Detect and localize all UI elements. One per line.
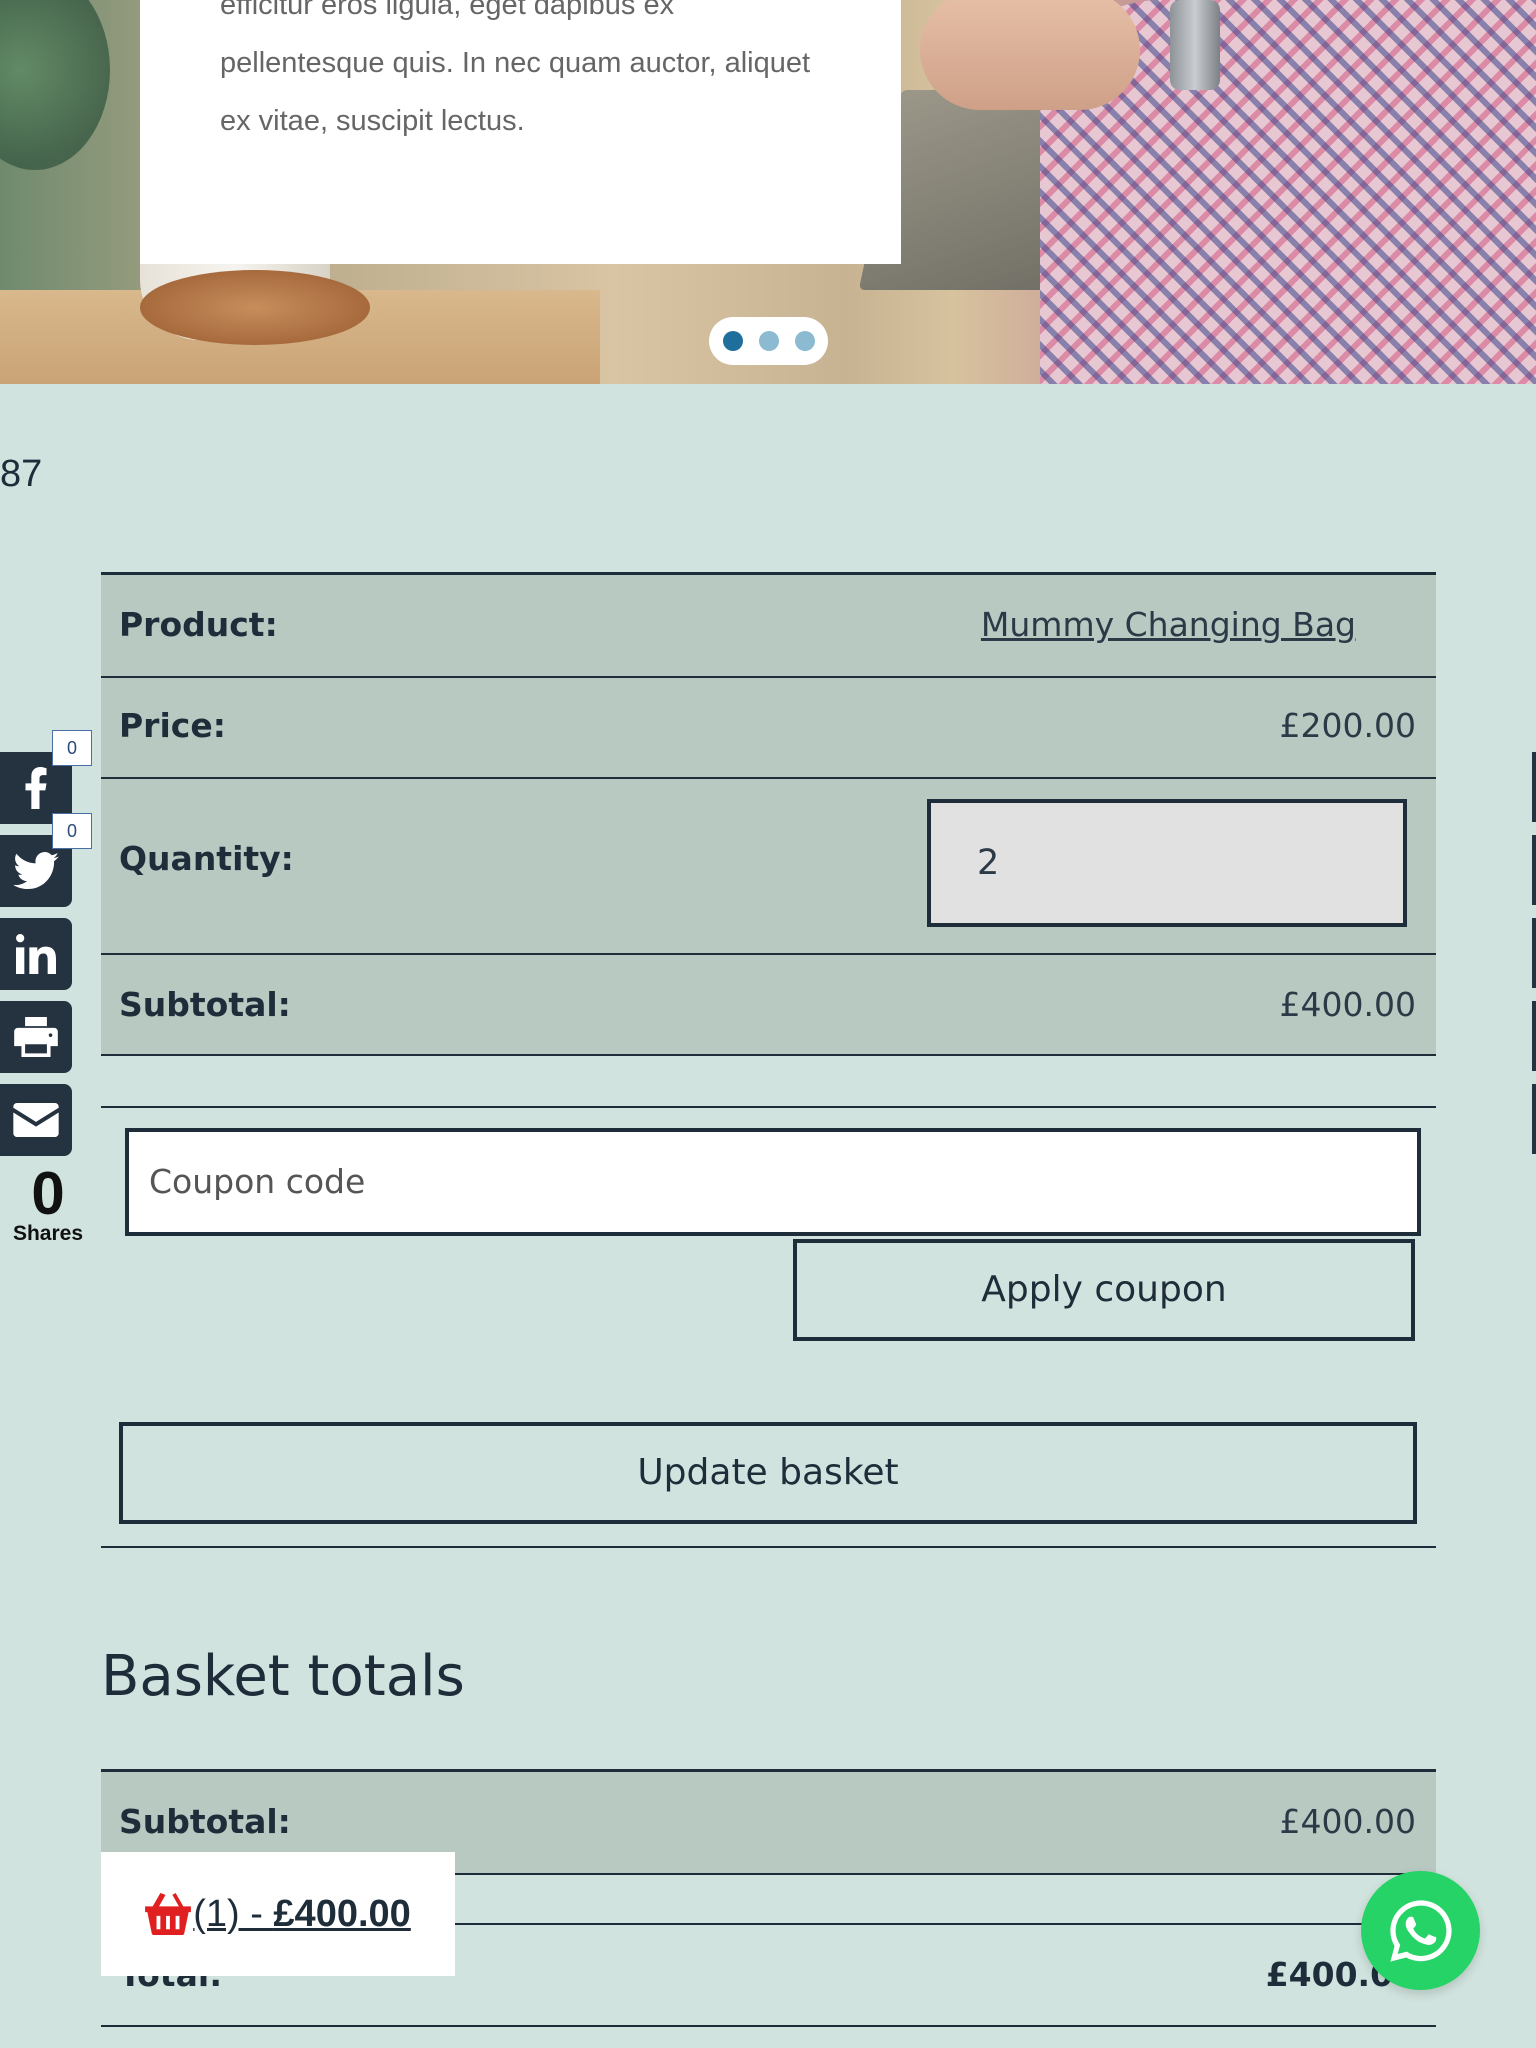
mini-cart-count: (1) - xyxy=(193,1892,274,1935)
slider-pagination xyxy=(709,317,828,365)
printer-icon xyxy=(14,1017,58,1057)
counter-text: 87 xyxy=(0,453,43,495)
edge-marker xyxy=(1532,918,1536,988)
slider-dot-1[interactable] xyxy=(722,331,743,351)
edge-marker xyxy=(1532,1001,1536,1071)
cart-row-price: Price: £200.00 xyxy=(101,678,1436,779)
plant-decoration xyxy=(0,0,110,170)
edge-marker xyxy=(1532,1084,1536,1154)
cart-actions: Coupon code Apply coupon Update basket xyxy=(101,1106,1436,1548)
quantity-label: Quantity: xyxy=(119,839,294,878)
cart-table: Product: Mummy Changing Bag Price: £200.… xyxy=(101,572,1436,1056)
hero-card-text: efficitur eros ligula, eget dapibus ex p… xyxy=(220,0,811,137)
product-link[interactable]: Mummy Changing Bag xyxy=(981,605,1356,644)
mini-cart-link[interactable]: (1) - £400.00 xyxy=(193,1893,411,1936)
mini-cart-amount: £400.00 xyxy=(273,1892,411,1935)
watch-decoration xyxy=(1170,0,1220,90)
arm-decoration xyxy=(920,0,1140,110)
slider-dot-3[interactable] xyxy=(794,331,815,351)
print-button[interactable] xyxy=(0,1001,72,1073)
product-label: Product: xyxy=(119,605,278,644)
price-value: £200.00 xyxy=(1279,706,1416,745)
quantity-input[interactable]: 2 xyxy=(927,799,1407,927)
edge-marker xyxy=(1532,752,1536,822)
facebook-icon xyxy=(25,767,47,809)
subtotal-label: Subtotal: xyxy=(119,985,291,1024)
product-value: Mummy Changing Bag xyxy=(981,605,1356,644)
cart-row-quantity: Quantity: 2 xyxy=(101,779,1436,955)
coupon-code-input[interactable]: Coupon code xyxy=(125,1128,1421,1236)
twitter-share-count: 0 xyxy=(52,813,92,849)
linkedin-share-button[interactable] xyxy=(0,918,72,990)
edge-marker xyxy=(1532,835,1536,905)
email-share-button[interactable] xyxy=(0,1084,72,1156)
facebook-share-count: 0 xyxy=(52,730,92,766)
basket-totals-heading: Basket totals xyxy=(101,1644,465,1709)
total-shares-count: 0 xyxy=(31,1160,65,1227)
subtotal-value: £400.00 xyxy=(1279,985,1416,1024)
whatsapp-icon xyxy=(1389,1899,1452,1962)
price-label: Price: xyxy=(119,706,226,745)
totals-subtotal-label: Subtotal: xyxy=(119,1802,291,1841)
linkedin-icon xyxy=(16,934,56,974)
basket-icon xyxy=(145,1893,192,1935)
cart-row-product: Product: Mummy Changing Bag xyxy=(101,572,1436,678)
twitter-icon xyxy=(13,852,59,890)
whatsapp-chat-button[interactable] xyxy=(1361,1871,1480,1990)
slider-dot-2[interactable] xyxy=(758,331,779,351)
coaster-decoration xyxy=(140,270,370,345)
update-basket-button[interactable]: Update basket xyxy=(119,1422,1417,1524)
hero-slider: efficitur eros ligula, eget dapibus ex p… xyxy=(0,0,1536,384)
totals-subtotal-value: £400.00 xyxy=(1279,1802,1416,1841)
cart-row-subtotal: Subtotal: £400.00 xyxy=(101,955,1436,1056)
envelope-icon xyxy=(13,1103,59,1137)
hero-text-card: efficitur eros ligula, eget dapibus ex p… xyxy=(140,0,901,264)
shares-label: Shares xyxy=(12,1222,84,1245)
mini-cart-widget[interactable]: (1) - £400.00 xyxy=(101,1852,455,1976)
apply-coupon-button[interactable]: Apply coupon xyxy=(793,1239,1415,1341)
